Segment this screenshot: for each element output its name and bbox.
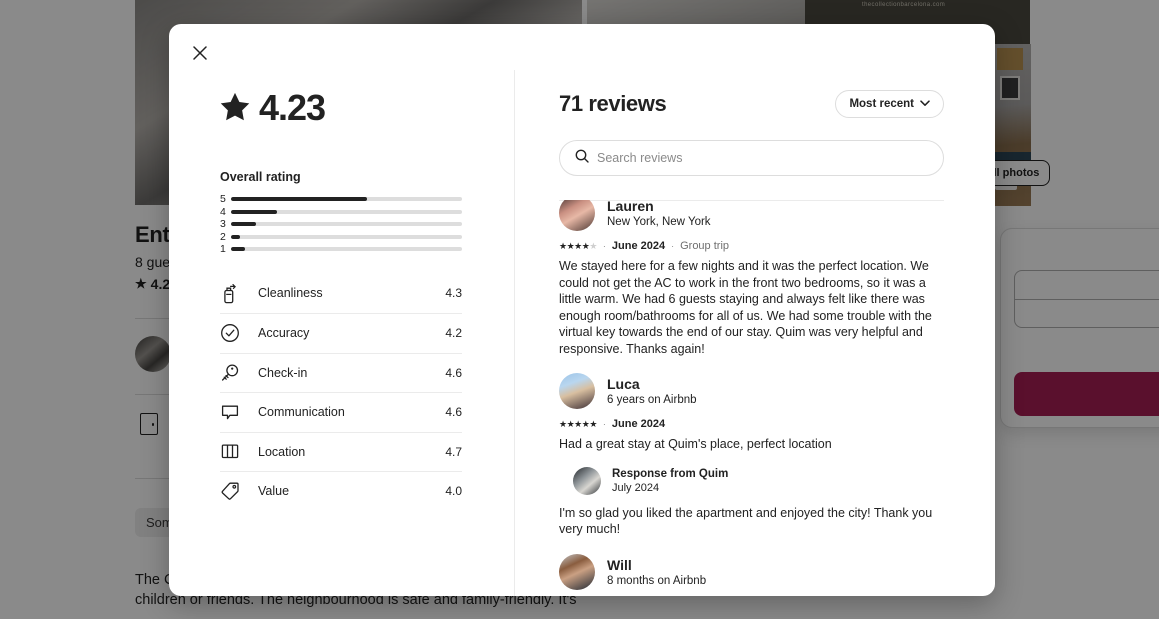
search-reviews-container[interactable] — [559, 140, 944, 176]
category-rating-row: Accuracy 4.2 — [220, 313, 462, 353]
modal-body: 4.23 Overall rating 54321 Cleanliness 4.3… — [169, 70, 995, 596]
rating-bar-row: 1 — [220, 243, 462, 256]
speech-bubble-icon — [220, 403, 244, 422]
rating-bar-track — [231, 209, 462, 214]
sort-dropdown[interactable]: Most recent — [835, 90, 944, 118]
overall-rating-display: 4.23 — [220, 90, 514, 126]
reviews-panel: 71 reviews Most recent Search reviews La… — [515, 70, 995, 596]
star-rating: ★ ★ ★ ★ ★ — [559, 418, 597, 429]
overall-rating-score: 4.23 — [259, 87, 326, 128]
rating-bar-track — [231, 197, 462, 202]
review-text: Had a great stay at Quim's place, perfec… — [559, 437, 832, 451]
category-rating-value: 4.6 — [445, 365, 462, 380]
check-circle-icon — [220, 323, 244, 343]
review-item: Will8 months on Airbnb★★★★★·June 2024·Gr… — [559, 538, 944, 597]
category-rating-value: 4.2 — [445, 326, 462, 341]
rating-bar-label: 2 — [220, 230, 226, 243]
key-icon — [220, 363, 244, 383]
category-rating-value: 4.7 — [445, 444, 462, 459]
star-rating: ★ ★ ★ ★ ★ — [559, 240, 597, 251]
chevron-down-icon — [920, 98, 930, 110]
rating-bar-row: 2 — [220, 231, 462, 244]
separator-dot: · — [671, 241, 675, 251]
category-rating-label: Check-in — [258, 365, 308, 380]
reviews-list: Lauren New York, New York ★ ★ ★ ★ ★ · June 2024 ·… — [559, 200, 944, 596]
rating-bar-label: 4 — [220, 205, 226, 218]
avatar[interactable] — [559, 373, 595, 409]
reviewer-info: Luca 6 years on Airbnb — [559, 373, 944, 409]
page-root: thecollectionbarcelona.com Show all phot… — [0, 0, 1159, 619]
star-icon — [220, 92, 250, 125]
category-ratings-list: Cleanliness 4.3 Accuracy 4.2 Check-in 4.6 Comm… — [220, 274, 462, 511]
reviewer-subtitle: 6 years on Airbnb — [607, 394, 697, 406]
reviews-scroll-area[interactable]: Lauren New York, New York ★ ★ ★ ★ ★ · June 2024 ·… — [559, 200, 944, 596]
reviews-header: 71 reviews Most recent — [559, 90, 944, 118]
reviewer-name: Will — [607, 556, 632, 573]
category-rating-label: Value — [258, 484, 290, 499]
category-rating-label: Location — [258, 444, 306, 459]
rating-bar-track — [231, 234, 462, 239]
reviews-modal: 4.23 Overall rating 54321 Cleanliness 4.3… — [169, 24, 995, 596]
category-rating-label: Communication — [258, 405, 345, 420]
rating-bar-fill — [231, 222, 257, 227]
review-text: We stayed here for a few nights and it w… — [559, 259, 932, 356]
rating-bar-fill — [231, 209, 278, 214]
avatar[interactable] — [559, 553, 595, 590]
reviewer-info: Lauren New York, New York — [559, 200, 944, 231]
review-meta: ★ ★ ★ ★ ★ · June 2024 — [559, 418, 944, 430]
review-meta: ★ ★ ★ ★ ★ · June 2024 · Group trip — [559, 240, 944, 252]
reviewer-subtitle: 8 months on Airbnb — [607, 574, 707, 587]
reviews-count: 71 reviews — [559, 91, 667, 116]
category-rating-row: Communication 4.6 — [220, 392, 462, 432]
host-response: Response from Quim July 2024 I'm so glad y… — [559, 466, 944, 538]
reviewer-subtitle: New York, New York — [607, 216, 711, 228]
host-response-name: Response from Quim — [612, 468, 729, 480]
category-rating-value: 4.3 — [445, 286, 462, 301]
rating-bar-row: 5 — [220, 193, 462, 206]
review-date: June 2024 — [611, 418, 666, 430]
rating-bar-label: 5 — [220, 193, 226, 206]
review-item: Luca 6 years on Airbnb ★ ★ ★ ★ ★ · June 2024 Had … — [559, 357, 944, 538]
rating-bar-label: 1 — [220, 243, 226, 256]
review-item: Lauren New York, New York ★ ★ ★ ★ ★ · June 2024 ·… — [559, 200, 944, 357]
category-rating-row: Value 4.0 — [220, 471, 462, 511]
review-date: June 2024 — [611, 240, 666, 252]
rating-bar-fill — [231, 234, 241, 239]
sort-dropdown-label: Most recent — [849, 98, 914, 110]
rating-distribution-chart: 54321 — [220, 193, 462, 256]
host-response-date: July 2024 — [612, 482, 660, 494]
reviewer-name: Luca — [607, 376, 640, 392]
avatar[interactable] — [559, 200, 595, 231]
close-icon[interactable] — [184, 37, 216, 69]
rating-bar-track — [231, 247, 462, 252]
reviewer-name: Lauren — [607, 200, 654, 214]
separator-dot: · — [602, 241, 606, 251]
rating-bar-row: 3 — [220, 218, 462, 231]
host-response-text: I'm so glad you liked the apartment and … — [559, 505, 933, 537]
category-rating-row: Check-in 4.6 — [220, 352, 462, 393]
review-trip-type: Group trip — [680, 240, 730, 252]
rating-bar-fill — [231, 247, 245, 252]
category-rating-value: 4.0 — [445, 484, 462, 499]
host-response-header: Response from Quim July 2024 — [573, 466, 944, 495]
category-rating-label: Cleanliness — [258, 286, 323, 301]
overall-rating-label: Overall rating — [220, 170, 301, 184]
category-rating-value: 4.6 — [445, 405, 462, 420]
category-rating-row: Location 4.7 — [220, 431, 462, 472]
category-rating-label: Accuracy — [258, 326, 310, 341]
rating-bar-row: 4 — [220, 206, 462, 219]
category-rating-row: Cleanliness 4.3 — [220, 274, 462, 314]
tag-icon — [220, 481, 244, 501]
rating-summary-panel: 4.23 Overall rating 54321 Cleanliness 4.3… — [169, 70, 514, 596]
rating-bar-track — [231, 222, 462, 227]
search-input[interactable] — [597, 151, 928, 165]
search-icon — [575, 149, 589, 168]
map-icon — [220, 442, 244, 461]
separator-dot: · — [602, 419, 606, 429]
rating-bar-fill — [231, 197, 368, 202]
reviewer-info: Will 8 months on Airbnb — [559, 553, 944, 590]
spray-bottle-icon — [220, 283, 244, 304]
avatar[interactable] — [573, 466, 601, 495]
rating-bar-label: 3 — [220, 218, 226, 231]
